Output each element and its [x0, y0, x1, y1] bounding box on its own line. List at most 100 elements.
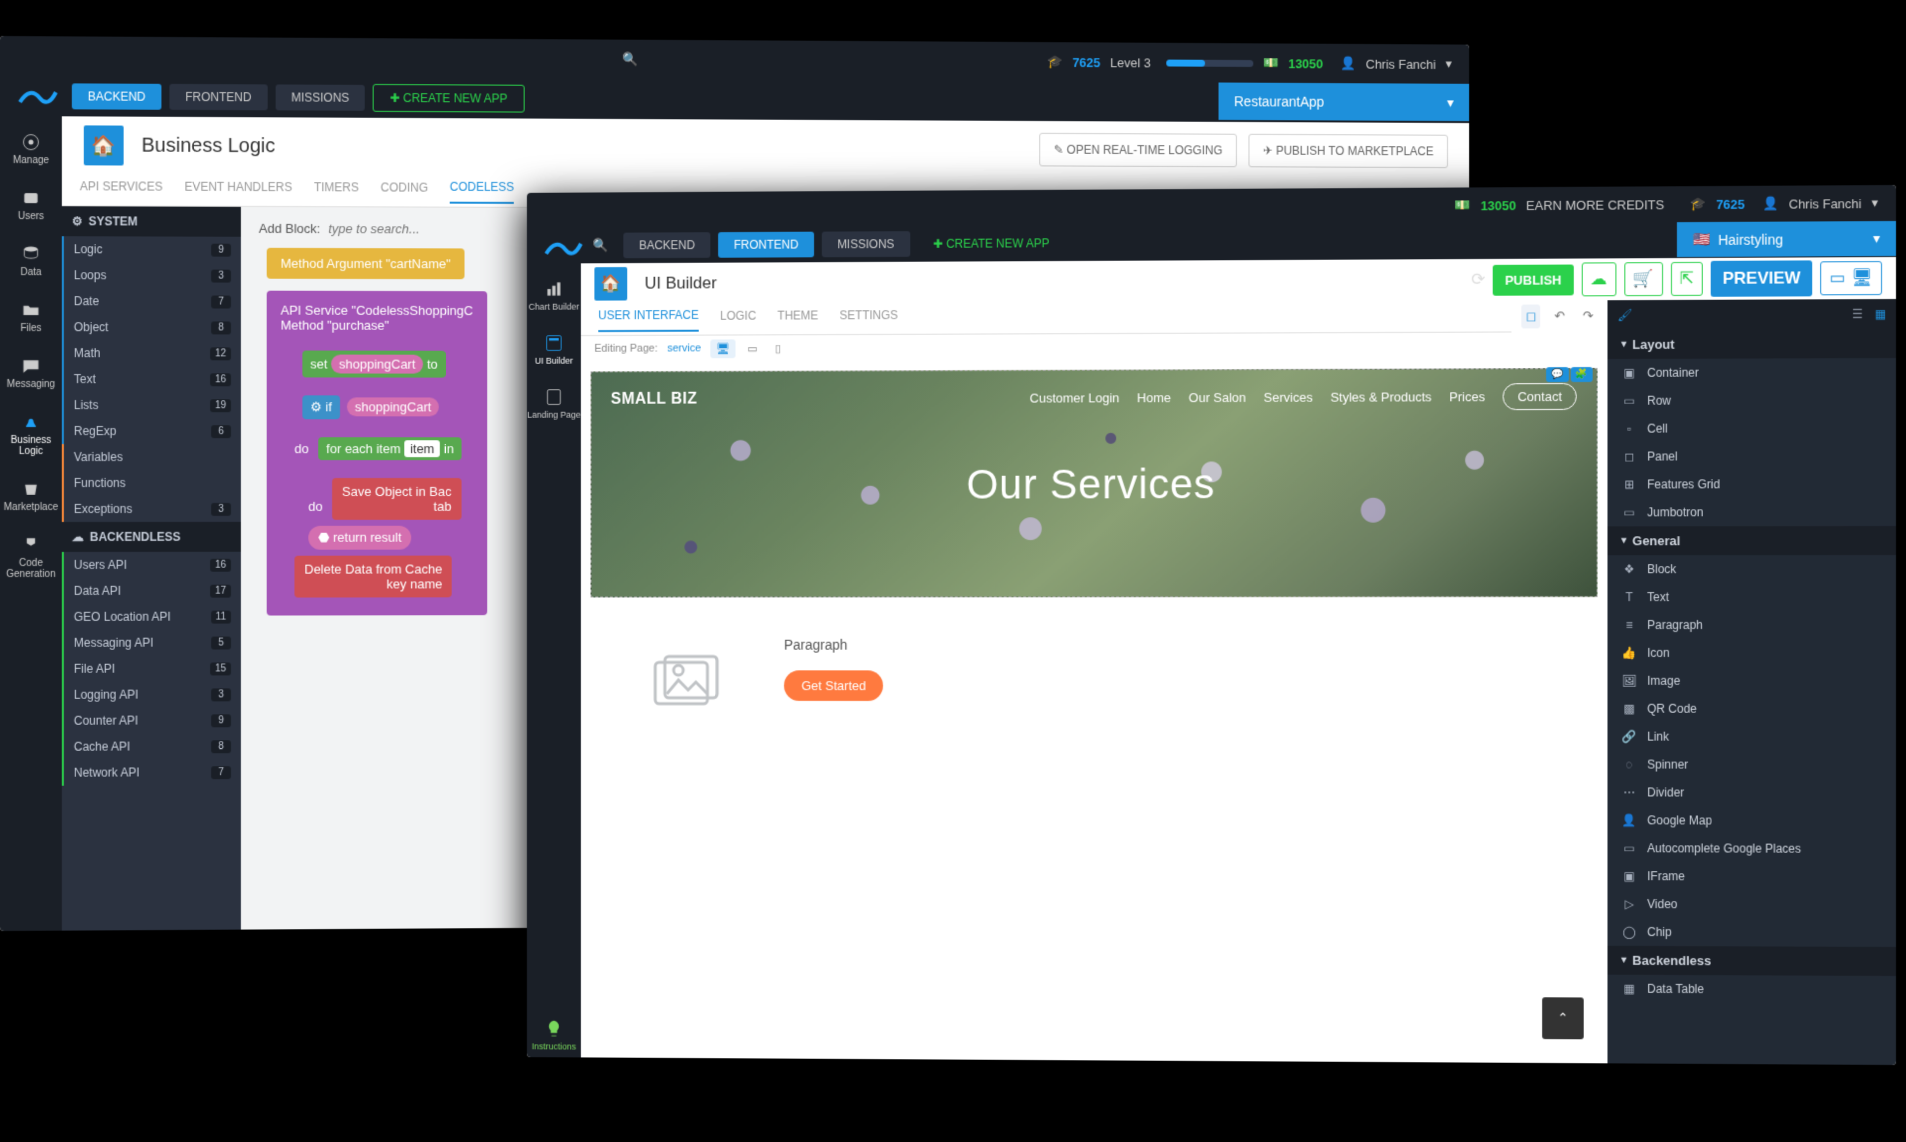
component-google-map[interactable]: 👤Google Map — [1607, 806, 1896, 835]
bounding-box-tool[interactable]: ◻ — [1522, 305, 1541, 329]
component-text[interactable]: TText — [1607, 583, 1896, 611]
home-button[interactable]: 🏠 — [594, 267, 627, 301]
user-chevron-down-icon[interactable]: ▾ — [1872, 195, 1879, 211]
tree-system-header[interactable]: ⚙SYSTEM — [62, 206, 241, 237]
nav-contact[interactable]: Contact — [1503, 383, 1577, 410]
tab-backend[interactable]: BACKEND — [624, 232, 711, 258]
tree-item-loops[interactable]: Loops3 — [62, 262, 241, 288]
editing-page-value[interactable]: service — [667, 342, 701, 354]
nav-messaging[interactable]: Messaging — [0, 350, 62, 396]
tree-item-text[interactable]: Text16 — [62, 366, 241, 392]
home-button[interactable]: 🏠 — [84, 125, 124, 165]
component-icon[interactable]: 👍Icon — [1607, 639, 1896, 667]
tree-item-counter-api[interactable]: Counter API9 — [62, 707, 241, 734]
component-panel[interactable]: ◻Panel — [1607, 442, 1896, 471]
tree-item-file-api[interactable]: File API15 — [62, 655, 241, 681]
subtab-logic[interactable]: LOGIC — [720, 308, 756, 330]
tree-item-date[interactable]: Date7 — [62, 288, 241, 314]
nav-marketplace[interactable]: Marketplace — [0, 473, 62, 519]
component-paragraph[interactable]: ≡Paragraph — [1607, 611, 1896, 639]
add-block-search-input[interactable] — [328, 221, 504, 237]
subtab-coding[interactable]: CODING — [381, 180, 428, 202]
component-autocomplete-google-places[interactable]: ▭Autocomplete Google Places — [1607, 834, 1896, 863]
user-name[interactable]: Chris Fanchi — [1366, 56, 1436, 71]
canvas-content-row[interactable]: Paragraph Get Started — [591, 637, 1598, 727]
search-icon[interactable]: 🔍 — [592, 238, 608, 254]
nav-business-logic[interactable]: Business Logic — [0, 406, 62, 463]
component-link[interactable]: 🔗Link — [1607, 723, 1896, 751]
nav-instructions[interactable]: Instructions — [527, 1013, 581, 1058]
nav-prices[interactable]: Prices — [1449, 389, 1485, 404]
open-realtime-logging-button[interactable]: ✎ OPEN REAL-TIME LOGGING — [1039, 133, 1237, 167]
component-jumbotron[interactable]: ▭Jumbotron — [1607, 498, 1896, 526]
subtab-theme[interactable]: THEME — [778, 308, 819, 330]
tree-item-users-api[interactable]: Users API16 — [62, 552, 241, 578]
user-chevron-down-icon[interactable]: ▾ — [1446, 56, 1452, 72]
cloud-upload-button[interactable]: ☁ — [1581, 262, 1616, 296]
tree-backendless-header[interactable]: ☁BACKENDLESS — [62, 522, 241, 552]
search-icon[interactable]: 🔍 — [622, 52, 638, 68]
viewport-desktop-icon[interactable]: 🖥 — [711, 339, 736, 358]
canvas-hero-section[interactable]: 💬 🧩 SMALL BIZ Customer Login Home Our Sa… — [591, 368, 1598, 597]
viewport-tablet-icon[interactable]: ▭ — [742, 339, 764, 358]
image-placeholder[interactable] — [629, 637, 745, 726]
create-new-app-button[interactable]: ✚ CREATE NEW APP — [373, 84, 524, 113]
nav-files[interactable]: Files — [0, 294, 62, 340]
subtab-api-services[interactable]: API SERVICES — [80, 179, 163, 201]
tab-frontend[interactable]: FRONTEND — [169, 84, 267, 110]
component-features-grid[interactable]: ⊞Features Grid — [1607, 470, 1896, 498]
component-qr-code[interactable]: ▩QR Code — [1607, 695, 1896, 723]
preview-desktop-icon[interactable]: 🖥 — [1851, 268, 1873, 288]
user-avatar-icon[interactable]: 👤 — [1340, 56, 1356, 72]
tree-item-variables[interactable]: Variables — [62, 444, 241, 470]
chip-puzzle-icon[interactable]: 🧩 — [1570, 367, 1592, 382]
component-cell[interactable]: ▫Cell — [1607, 414, 1896, 443]
tree-item-messaging-api[interactable]: Messaging API5 — [62, 630, 241, 656]
tree-item-network-api[interactable]: Network API7 — [62, 759, 241, 786]
tree-item-logic[interactable]: Logic9 — [62, 236, 241, 262]
app-select-dropdown[interactable]: 🇺🇸Hairstyling ▾ — [1677, 221, 1896, 257]
block-for-each[interactable]: for each item item in — [318, 437, 461, 460]
var-item[interactable]: item — [404, 440, 440, 457]
nav-styles-products[interactable]: Styles & Products — [1330, 389, 1431, 404]
ui-canvas[interactable]: 💬 🧩 SMALL BIZ Customer Login Home Our Sa… — [581, 358, 1608, 1063]
nav-users[interactable]: Users — [0, 182, 62, 228]
nav-our-salon[interactable]: Our Salon — [1189, 390, 1246, 405]
user-name[interactable]: Chris Fanchi — [1789, 196, 1862, 211]
component-row[interactable]: ▭Row — [1607, 386, 1896, 415]
tree-item-logging-api[interactable]: Logging API3 — [62, 681, 241, 707]
tree-item-data-api[interactable]: Data API17 — [62, 578, 241, 604]
block-return-result[interactable]: ⬣ return result — [308, 526, 411, 550]
block-if[interactable]: ⚙ if — [302, 395, 339, 419]
tree-item-exceptions[interactable]: Exceptions3 — [62, 496, 241, 522]
component-chip[interactable]: ◯Chip — [1607, 918, 1896, 947]
component-container[interactable]: ▣Container — [1607, 358, 1896, 387]
user-avatar-icon[interactable]: 👤 — [1763, 196, 1779, 212]
component-divider[interactable]: ⋯Divider — [1607, 778, 1896, 807]
component-block[interactable]: ❖Block — [1607, 555, 1896, 583]
tab-missions[interactable]: MISSIONS — [275, 84, 365, 110]
component-iframe[interactable]: ▣IFrame — [1607, 862, 1896, 891]
preview-button[interactable]: PREVIEW — [1711, 260, 1813, 296]
tree-item-math[interactable]: Math12 — [62, 340, 241, 366]
tab-backend[interactable]: BACKEND — [72, 83, 162, 109]
app-select-dropdown[interactable]: RestaurantApp ▾ — [1219, 83, 1470, 122]
component-image[interactable]: 🖼Image — [1607, 667, 1896, 695]
subtab-user-interface[interactable]: USER INTERFACE — [598, 308, 699, 332]
tree-item-regexp[interactable]: RegExp6 — [62, 418, 241, 444]
var-shoppingcart-2[interactable]: shoppingCart — [347, 397, 439, 416]
block-api-service[interactable]: API Service "CodelessShoppingC Method "p… — [267, 291, 487, 616]
nav-code-generation[interactable]: Code Generation — [0, 529, 62, 586]
nav-ui-builder[interactable]: UI Builder — [527, 327, 581, 371]
nav-manage[interactable]: Manage — [0, 126, 62, 172]
nav-chart-builder[interactable]: Chart Builder — [527, 273, 581, 317]
earn-more-credits-link[interactable]: EARN MORE CREDITS — [1526, 197, 1664, 213]
block-save-object[interactable]: Save Object in Bac tab — [332, 478, 461, 520]
tab-frontend[interactable]: FRONTEND — [718, 232, 814, 258]
viewport-mobile-icon[interactable]: ▯ — [769, 339, 787, 358]
scroll-to-top-button[interactable]: ⌃ — [1542, 997, 1584, 1039]
tree-item-functions[interactable]: Functions — [62, 470, 241, 496]
publish-marketplace-button[interactable]: ✈ PUBLISH TO MARKETPLACE — [1248, 134, 1447, 168]
block-method-argument[interactable]: Method Argument "cartName" — [267, 248, 465, 279]
component-video[interactable]: ▷Video — [1607, 890, 1896, 919]
